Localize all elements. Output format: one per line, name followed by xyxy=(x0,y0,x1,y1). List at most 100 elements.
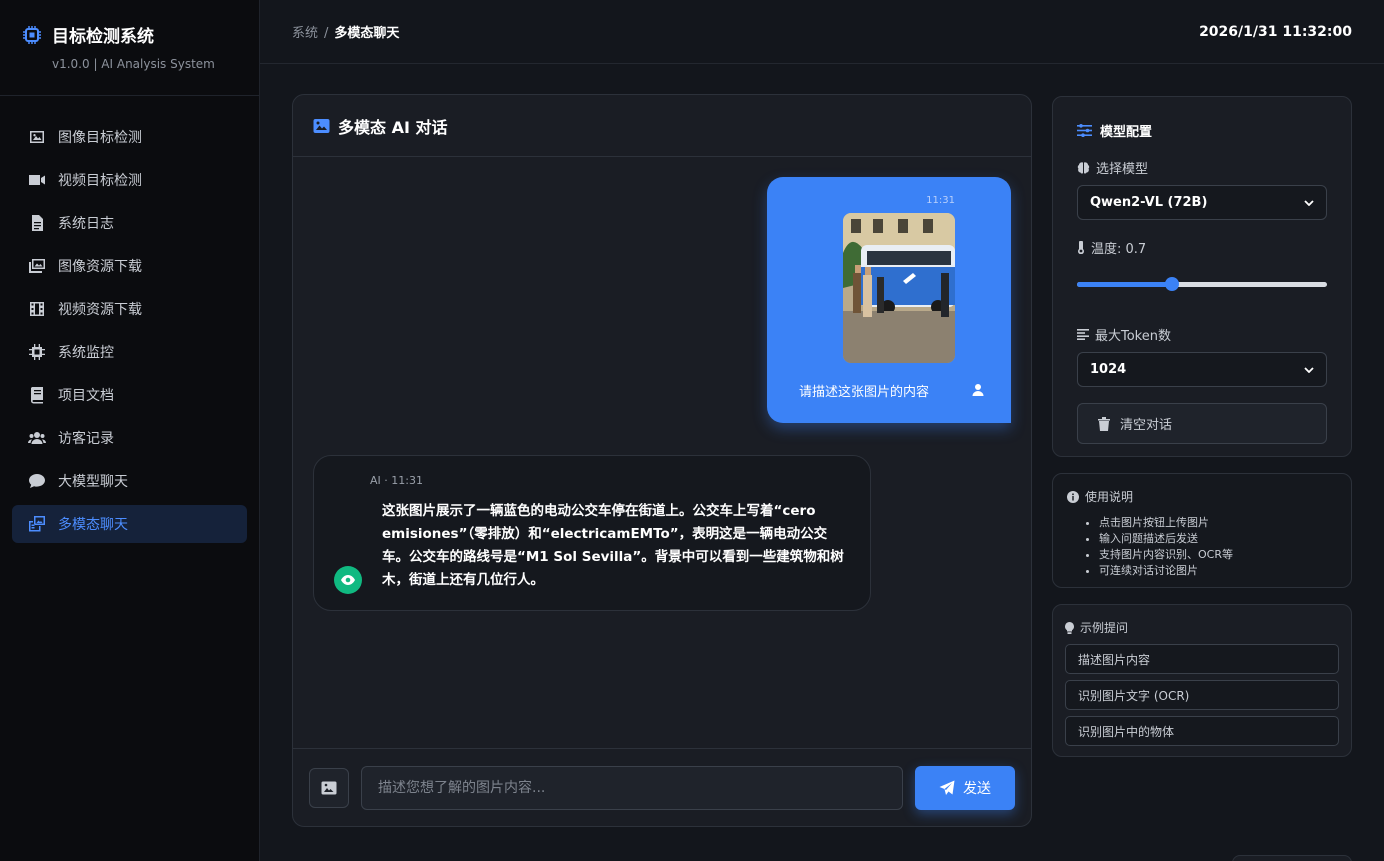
app-title: 目标检测系统 xyxy=(52,27,154,47)
help-item: 输入问题描述后发送 xyxy=(1099,531,1337,547)
align-left-icon xyxy=(1077,329,1089,340)
sidebar-item-multimodal-chat[interactable]: 多模态聊天 xyxy=(12,505,247,543)
slider-thumb[interactable] xyxy=(1165,277,1179,291)
paper-plane-icon xyxy=(939,780,955,795)
example-prompts-panel: 示例提问 描述图片内容 识别图片文字 (OCR) 识别图片中的物体 xyxy=(1052,604,1352,757)
model-config-panel: 模型配置 选择模型 Qwen2-VL (72B) 温度: 0.7 最大Token… xyxy=(1052,96,1352,457)
trash-icon xyxy=(1098,416,1110,431)
sidebar-item-image-detection[interactable]: 图像目标检测 xyxy=(12,118,247,156)
breadcrumb-root[interactable]: 系统 xyxy=(292,26,318,41)
tokens-label: 最大Token数 xyxy=(1095,329,1171,344)
send-button-label: 发送 xyxy=(963,780,991,797)
user-icon xyxy=(972,384,984,396)
book-icon xyxy=(31,387,43,404)
examples-title: 示例提问 xyxy=(1080,621,1129,635)
sidebar-item-system-monitor[interactable]: 系统监控 xyxy=(12,333,247,371)
cpu-icon xyxy=(29,344,45,360)
comment-icon xyxy=(29,474,45,488)
chat-header: 多模态 AI 对话 xyxy=(293,95,1031,157)
floating-widget[interactable] xyxy=(1232,855,1352,861)
sidebar-item-video-detection[interactable]: 视频目标检测 xyxy=(12,161,247,199)
clock: 2026/1/31 11:32:00 xyxy=(1199,23,1352,40)
uploaded-image[interactable] xyxy=(843,213,955,363)
sidebar-item-system-log[interactable]: 系统日志 xyxy=(12,204,247,242)
help-list: 点击图片按钮上传图片 输入问题描述后发送 支持图片内容识别、OCR等 可连续对话… xyxy=(1099,515,1337,579)
brain-icon xyxy=(1077,161,1090,173)
app-version: v1.0.0 | AI Analysis System xyxy=(52,57,215,71)
ai-message: AI · 11:31 这张图片展示了一辆蓝色的电动公交车停在街道上。公交车上写着… xyxy=(313,455,871,611)
help-item: 支持图片内容识别、OCR等 xyxy=(1099,547,1337,563)
sidebar-item-image-download[interactable]: 图像资源下载 xyxy=(12,247,247,285)
images-icon xyxy=(29,259,45,273)
temperature-label: 温度: 0.7 xyxy=(1091,242,1147,257)
chat-panel: 多模态 AI 对话 11:31 请描述这张图片的内容 AI · 11:31 这张… xyxy=(292,94,1032,827)
help-title: 使用说明 xyxy=(1085,490,1134,504)
thermometer-icon xyxy=(1078,241,1084,254)
help-item: 点击图片按钮上传图片 xyxy=(1099,515,1337,531)
examples-title-row: 示例提问 xyxy=(1065,619,1339,636)
config-title-row: 模型配置 xyxy=(1077,121,1327,140)
image-icon xyxy=(30,131,44,143)
example-prompt-button[interactable]: 识别图片文字 (OCR) xyxy=(1065,680,1339,710)
clear-chat-label: 清空对话 xyxy=(1120,418,1173,433)
file-icon xyxy=(32,215,43,231)
users-icon xyxy=(28,432,46,444)
temperature-slider[interactable] xyxy=(1077,277,1327,291)
message-time: 11:31 xyxy=(926,195,955,206)
video-icon xyxy=(29,175,45,185)
max-tokens-value: 1024 xyxy=(1090,362,1127,377)
sidebar-item-project-docs[interactable]: 项目文档 xyxy=(12,376,247,414)
sidebar-item-video-download[interactable]: 视频资源下载 xyxy=(12,290,247,328)
sidebar-item-label: 图像目标检测 xyxy=(58,130,142,146)
model-label: 选择模型 xyxy=(1096,162,1149,177)
sidebar-item-label: 系统监控 xyxy=(58,345,114,361)
send-button[interactable]: 发送 xyxy=(915,765,1015,810)
film-icon xyxy=(30,302,44,316)
user-message-text: 请描述这张图片的内容 xyxy=(799,385,930,400)
eye-icon xyxy=(341,575,355,585)
ai-avatar xyxy=(334,566,362,594)
user-message: 11:31 请描述这张图片的内容 xyxy=(767,177,1011,423)
sidebar-item-label: 项目文档 xyxy=(58,388,114,404)
sidebar-item-label: 多模态聊天 xyxy=(58,517,128,533)
example-prompt-button[interactable]: 识别图片中的物体 xyxy=(1065,716,1339,746)
topbar: 系统 / 多模态聊天 2026/1/31 11:32:00 xyxy=(260,0,1384,64)
help-item: 可连续对话讨论图片 xyxy=(1099,563,1337,579)
sidebar-item-label: 访客记录 xyxy=(58,431,114,447)
chevron-down-icon xyxy=(1304,199,1314,206)
chat-title: 多模态 AI 对话 xyxy=(338,117,448,137)
sidebar-item-visitor-log[interactable]: 访客记录 xyxy=(12,419,247,457)
sidebar-item-label: 视频目标检测 xyxy=(58,173,142,189)
example-prompt-button[interactable]: 描述图片内容 xyxy=(1065,644,1339,674)
model-select-value: Qwen2-VL (72B) xyxy=(1090,195,1208,210)
usage-help-panel: 使用说明 点击图片按钮上传图片 输入问题描述后发送 支持图片内容识别、OCR等 … xyxy=(1052,473,1352,588)
model-label-row: 选择模型 xyxy=(1077,158,1327,177)
upload-image-button[interactable] xyxy=(309,767,349,808)
photo-video-icon xyxy=(29,516,45,532)
sidebar-nav: 图像目标检测 视频目标检测 系统日志 图像资源下载 视频资源下载 系统监控 项目… xyxy=(0,96,259,543)
sidebar: 目标检测系统 v1.0.0 | AI Analysis System 图像目标检… xyxy=(0,0,260,861)
brand: 目标检测系统 v1.0.0 | AI Analysis System xyxy=(0,0,259,96)
chat-input[interactable] xyxy=(361,765,903,810)
config-title: 模型配置 xyxy=(1100,125,1153,140)
lightbulb-icon xyxy=(1065,621,1074,634)
clear-chat-button[interactable]: 清空对话 xyxy=(1077,403,1327,444)
message-meta: AI · 11:31 xyxy=(370,474,423,487)
model-select[interactable]: Qwen2-VL (72B) xyxy=(1077,185,1327,220)
sidebar-item-llm-chat[interactable]: 大模型聊天 xyxy=(12,462,247,500)
temperature-label-row: 温度: 0.7 xyxy=(1077,238,1327,257)
image-icon xyxy=(321,781,337,794)
sidebar-item-label: 视频资源下载 xyxy=(58,302,142,318)
tokens-label-row: 最大Token数 xyxy=(1077,325,1327,344)
chip-logo-icon xyxy=(23,25,41,44)
sidebar-item-label: 系统日志 xyxy=(58,216,114,232)
help-title-row: 使用说明 xyxy=(1067,488,1337,505)
breadcrumb: 系统 / 多模态聊天 xyxy=(292,22,399,41)
breadcrumb-separator: / xyxy=(324,26,329,41)
info-circle-icon xyxy=(1067,490,1079,503)
chevron-down-icon xyxy=(1304,366,1314,373)
slider-fill xyxy=(1077,282,1172,287)
max-tokens-select[interactable]: 1024 xyxy=(1077,352,1327,387)
sidebar-item-label: 大模型聊天 xyxy=(58,474,128,490)
sidebar-item-label: 图像资源下载 xyxy=(58,259,142,275)
